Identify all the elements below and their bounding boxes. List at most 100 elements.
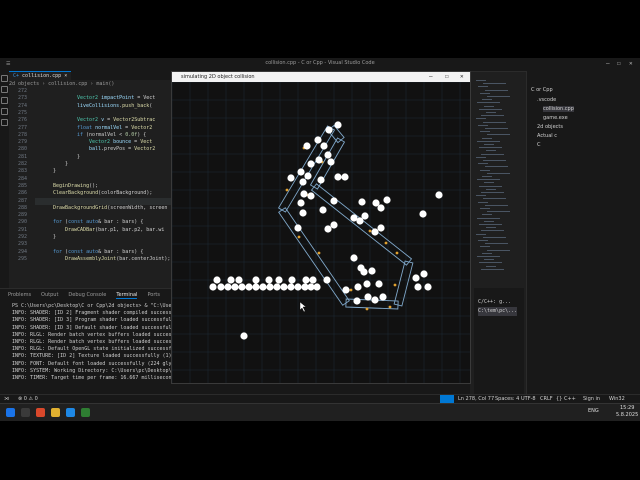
cad-bar (278, 207, 350, 306)
assembly-joint (393, 283, 397, 287)
ball (363, 280, 371, 288)
ball (303, 142, 311, 150)
ball (294, 224, 302, 232)
line-ending[interactable]: CRLF (540, 396, 553, 402)
problems-count[interactable]: ⊗ 0 ⚠ 0 (18, 396, 38, 402)
raylib-minimize-icon[interactable]: — (429, 73, 433, 80)
maximize-icon[interactable]: ☐ (617, 60, 621, 67)
ball (412, 274, 420, 282)
minimap-line (482, 99, 492, 101)
ball (294, 283, 302, 291)
line-number: 281 (17, 153, 27, 160)
line-number: 276 (17, 117, 27, 124)
raylib-titlebar[interactable]: simulating 2D object collision — ☐ ✕ (172, 72, 470, 82)
tab-debug-console[interactable]: Debug Console (68, 292, 106, 298)
line-number: 283 (17, 168, 27, 175)
language-indicator[interactable]: ENG (588, 408, 599, 414)
sign-in[interactable]: Sign in (583, 396, 600, 402)
cad-bar (277, 125, 336, 213)
terminal-line: INFO: RLGL: Render batch vertex buffers … (12, 339, 190, 346)
minimap-line (476, 233, 486, 235)
ball (240, 332, 248, 340)
platform[interactable]: Win32 (609, 396, 625, 402)
tab-problems[interactable]: Problems (8, 292, 31, 298)
assembly-joint (365, 307, 369, 311)
brave-browser-icon[interactable] (36, 408, 45, 417)
mouse-cursor-icon (299, 301, 307, 313)
raylib-maximize-icon[interactable]: ☐ (445, 73, 449, 80)
clock-time[interactable]: 15:29 (620, 405, 634, 411)
explorer-item[interactable]: Actual c (537, 133, 557, 139)
line-number: 287 (17, 197, 27, 204)
line-number: 293 (17, 241, 27, 248)
app-taskbar-icon[interactable] (81, 408, 90, 417)
line-number: 278 (17, 131, 27, 138)
windows-start-icon[interactable] (6, 408, 15, 417)
code-line: DrawBackgroundGrid(screenWidth, screen (53, 204, 168, 211)
minimap-line (483, 121, 506, 123)
minimap[interactable] (472, 80, 524, 280)
ball (353, 297, 361, 305)
indentation[interactable]: Spaces: 4 (495, 396, 519, 402)
raylib-window-title: simulating 2D object collision (181, 74, 255, 80)
line-number: 291 (17, 226, 27, 233)
explorer-item[interactable]: collision.cpp (543, 106, 574, 112)
terminal-line: INFO: FONT: Default font loaded successf… (12, 360, 184, 367)
vscode-taskbar-icon[interactable] (66, 408, 75, 417)
run-debug-icon[interactable] (1, 108, 8, 115)
terminal-output[interactable]: PS C:\Users\pc\Desktop\C or Cpp\2d objec… (12, 303, 190, 382)
terminal-line: INFO: RLGL: Default OpenGL state initial… (12, 346, 184, 353)
ball (287, 174, 295, 182)
ball (419, 210, 427, 218)
line-number: 294 (17, 248, 27, 255)
simulation-canvas[interactable] (172, 82, 470, 383)
code-line: } (53, 168, 57, 175)
line-number: 284 (17, 175, 27, 182)
ball (371, 228, 379, 236)
explorer-item[interactable]: .vscode (537, 97, 556, 103)
tab-close-icon[interactable]: × (64, 73, 67, 79)
tab-collision-cpp[interactable]: C+ collision.cpp × (9, 71, 72, 81)
ball (302, 276, 310, 284)
ball (334, 121, 342, 129)
raylib-window[interactable]: simulating 2D object collision — ☐ ✕ (171, 71, 471, 384)
clock-date[interactable]: 5.8.2025 (616, 412, 638, 418)
raylib-close-icon[interactable]: ✕ (460, 73, 464, 80)
explorer-root[interactable]: C or Cpp (531, 87, 553, 93)
line-number: 282 (17, 161, 27, 167)
extensions-icon[interactable] (1, 119, 8, 126)
vscode-window-title: collision.cpp - C or Cpp - Visual Studio… (265, 60, 375, 66)
encoding[interactable]: UTF-8 (521, 396, 536, 402)
cursor-position[interactable]: Ln 278, Col 77 (458, 396, 494, 402)
tab-terminal[interactable]: Terminal (116, 292, 138, 299)
file-explorer-icon[interactable] (51, 408, 60, 417)
minimap-line (484, 220, 494, 222)
explorer-item[interactable]: game.exe (543, 115, 568, 121)
search-taskbar-icon[interactable] (21, 408, 30, 417)
explorer-icon[interactable] (1, 75, 8, 82)
minimap-line (484, 105, 494, 107)
close-icon[interactable]: ✕ (629, 60, 633, 67)
terminal-item[interactable]: C:\tem\pc\... (478, 307, 518, 316)
explorer-item[interactable]: 2d objects (537, 124, 563, 130)
tab-ports[interactable]: Ports (147, 292, 160, 298)
ball (364, 293, 372, 301)
ball (354, 283, 362, 291)
explorer-item[interactable]: C (537, 142, 541, 148)
minimap-line (484, 182, 494, 184)
minimize-icon[interactable]: — (606, 60, 610, 67)
code-line: ball.prevPos = Vector2 (89, 146, 156, 153)
minimap-line (484, 259, 494, 261)
language-mode[interactable]: {} C++ (556, 396, 576, 402)
minimap-line (485, 243, 508, 245)
terminal-line: INFO: SYSTEM: Working Directory: C:\User… (12, 367, 172, 374)
cad-bar (393, 260, 414, 307)
terminal-item[interactable]: C/C++: g... (478, 298, 517, 307)
remote-icon[interactable]: ⋊ (4, 396, 9, 402)
search-icon[interactable] (1, 86, 8, 93)
ball (245, 283, 253, 291)
tab-output[interactable]: Output (41, 292, 58, 298)
source-control-icon[interactable] (1, 97, 8, 104)
line-number: 273 (17, 95, 27, 102)
minimap-line (476, 195, 486, 197)
